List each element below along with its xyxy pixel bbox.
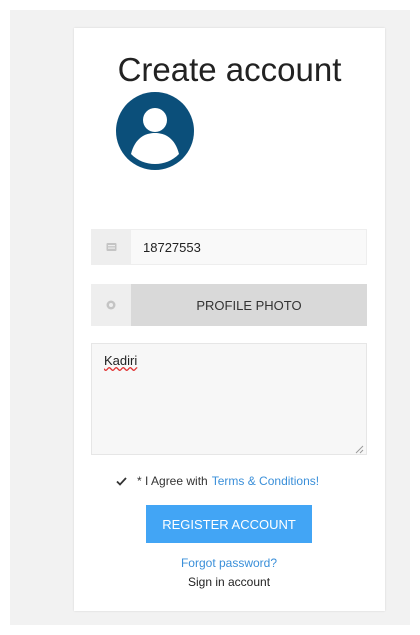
register-account-button[interactable]: REGISTER ACCOUNT xyxy=(146,505,312,543)
terms-link[interactable]: Terms & Conditions! xyxy=(212,474,319,488)
resize-handle-icon[interactable] xyxy=(355,445,364,454)
agree-text: * I Agree with xyxy=(137,474,208,488)
check-icon xyxy=(115,476,127,486)
sign-in-link[interactable]: Sign in account xyxy=(0,575,420,589)
profile-photo-button[interactable]: PROFILE PHOTO xyxy=(131,284,367,326)
agree-checkbox[interactable] xyxy=(113,473,129,489)
terms-agreement: * I Agree with Terms & Conditions! xyxy=(113,472,319,490)
profile-photo-group: PROFILE PHOTO xyxy=(91,284,367,326)
id-card-icon xyxy=(91,229,131,265)
user-avatar-icon[interactable] xyxy=(116,92,194,170)
bio-textarea[interactable]: Kadiri xyxy=(91,343,367,455)
username-input[interactable] xyxy=(131,229,367,265)
username-field-group xyxy=(91,229,367,265)
camera-icon xyxy=(91,284,131,326)
forgot-password-link[interactable]: Forgot password? xyxy=(0,556,420,570)
page: Create account PROFILE PHOTO Kadiri xyxy=(0,0,420,635)
page-title: Create account xyxy=(117,51,342,88)
